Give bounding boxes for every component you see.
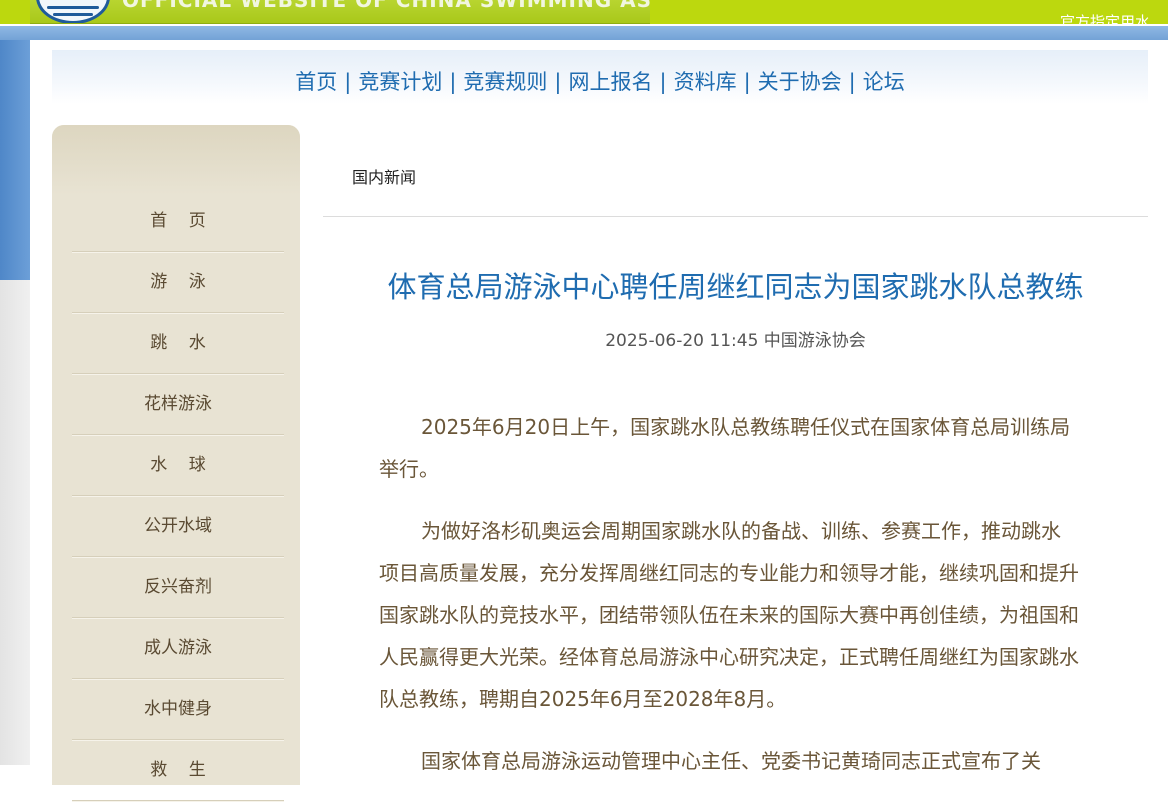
left-decoration-gray (0, 280, 30, 765)
nav-competition-rules[interactable]: 竞赛规则 (461, 70, 549, 94)
nav-separator: | (554, 70, 562, 94)
page-container: 首页 | 竞赛计划 | 竞赛规则 | 网上报名 | 资料库 | 关于协会 | 论坛 首 页 游 泳 跳 … (30, 40, 1168, 801)
article-body: 2025年6月20日上午，国家跳水队总教练聘任仪式在国家体育总局训练局举行。 为… (379, 406, 1079, 802)
swim-association-emblem-icon (36, 0, 110, 23)
nav-forum[interactable]: 论坛 (861, 70, 907, 94)
sidebar-item-home[interactable]: 首 页 (72, 191, 284, 252)
top-banner: OFFICIAL WEBSITE OF CHINA SWIMMING ASSOC… (0, 0, 1168, 31)
sidebar-item-diving[interactable]: 跳 水 (72, 313, 284, 374)
article-meta: 2025-06-20 11:45 中国游泳协会 (605, 331, 866, 351)
nav-separator: | (659, 70, 667, 94)
sidebar-item-adult-swimming[interactable]: 成人游泳 (72, 618, 284, 679)
nav-competition-plan[interactable]: 竞赛计划 (356, 70, 444, 94)
sidebar-item-water-polo[interactable]: 水 球 (72, 435, 284, 496)
article-paragraph: 2025年6月20日上午，国家跳水队总教练聘任仪式在国家体育总局训练局举行。 (379, 415, 1071, 481)
nav-home[interactable]: 首页 (293, 70, 339, 94)
sidebar-item-swimming[interactable]: 游 泳 (72, 252, 284, 313)
article-paragraph: 国家体育总局游泳运动管理中心主任、党委书记黄琦同志正式宣布了关 (421, 749, 1041, 773)
nav-separator: | (743, 70, 751, 94)
article-title: 体育总局游泳中心聘任周继红同志为国家跳水队总教练 (387, 270, 1084, 304)
left-decoration (0, 40, 30, 280)
sidebar-item-open-water[interactable]: 公开水域 (72, 496, 284, 557)
sidebar-menu: 首 页 游 泳 跳 水 花样游泳 水 球 公开水域 反兴奋剂 成人游泳 水中健身… (72, 191, 284, 801)
nav-separator: | (848, 70, 856, 94)
nav-separator: | (344, 70, 352, 94)
sidebar-item-artistic-swimming[interactable]: 花样游泳 (72, 374, 284, 435)
sidebar: 首 页 游 泳 跳 水 花样游泳 水 球 公开水域 反兴奋剂 成人游泳 水中健身… (52, 125, 300, 801)
sidebar-item-lifesaving[interactable]: 救 生 (72, 740, 284, 801)
nav-separator: | (449, 70, 457, 94)
nav-online-registration[interactable]: 网上报名 (567, 70, 655, 94)
site-logo[interactable]: OFFICIAL WEBSITE OF CHINA SWIMMING ASSOC… (30, 0, 650, 24)
nav-about[interactable]: 关于协会 (756, 70, 844, 94)
breadcrumb[interactable]: 国内新闻 (352, 164, 416, 188)
logo-text: OFFICIAL WEBSITE OF CHINA SWIMMING ASSOC… (122, 0, 650, 12)
sidebar-item-anti-doping[interactable]: 反兴奋剂 (72, 557, 284, 618)
article-paragraph: 为做好洛杉矶奥运会周期国家跳水队的备战、训练、参赛工作，推动跳水项目高质量发展，… (379, 519, 1079, 711)
nav-database[interactable]: 资料库 (672, 70, 739, 94)
sidebar-item-aqua-fitness[interactable]: 水中健身 (72, 679, 284, 740)
divider (323, 216, 1148, 217)
sidebar-header (52, 125, 300, 195)
main-nav: 首页 | 竞赛计划 | 竞赛规则 | 网上报名 | 资料库 | 关于协会 | 论坛 (52, 50, 1148, 104)
